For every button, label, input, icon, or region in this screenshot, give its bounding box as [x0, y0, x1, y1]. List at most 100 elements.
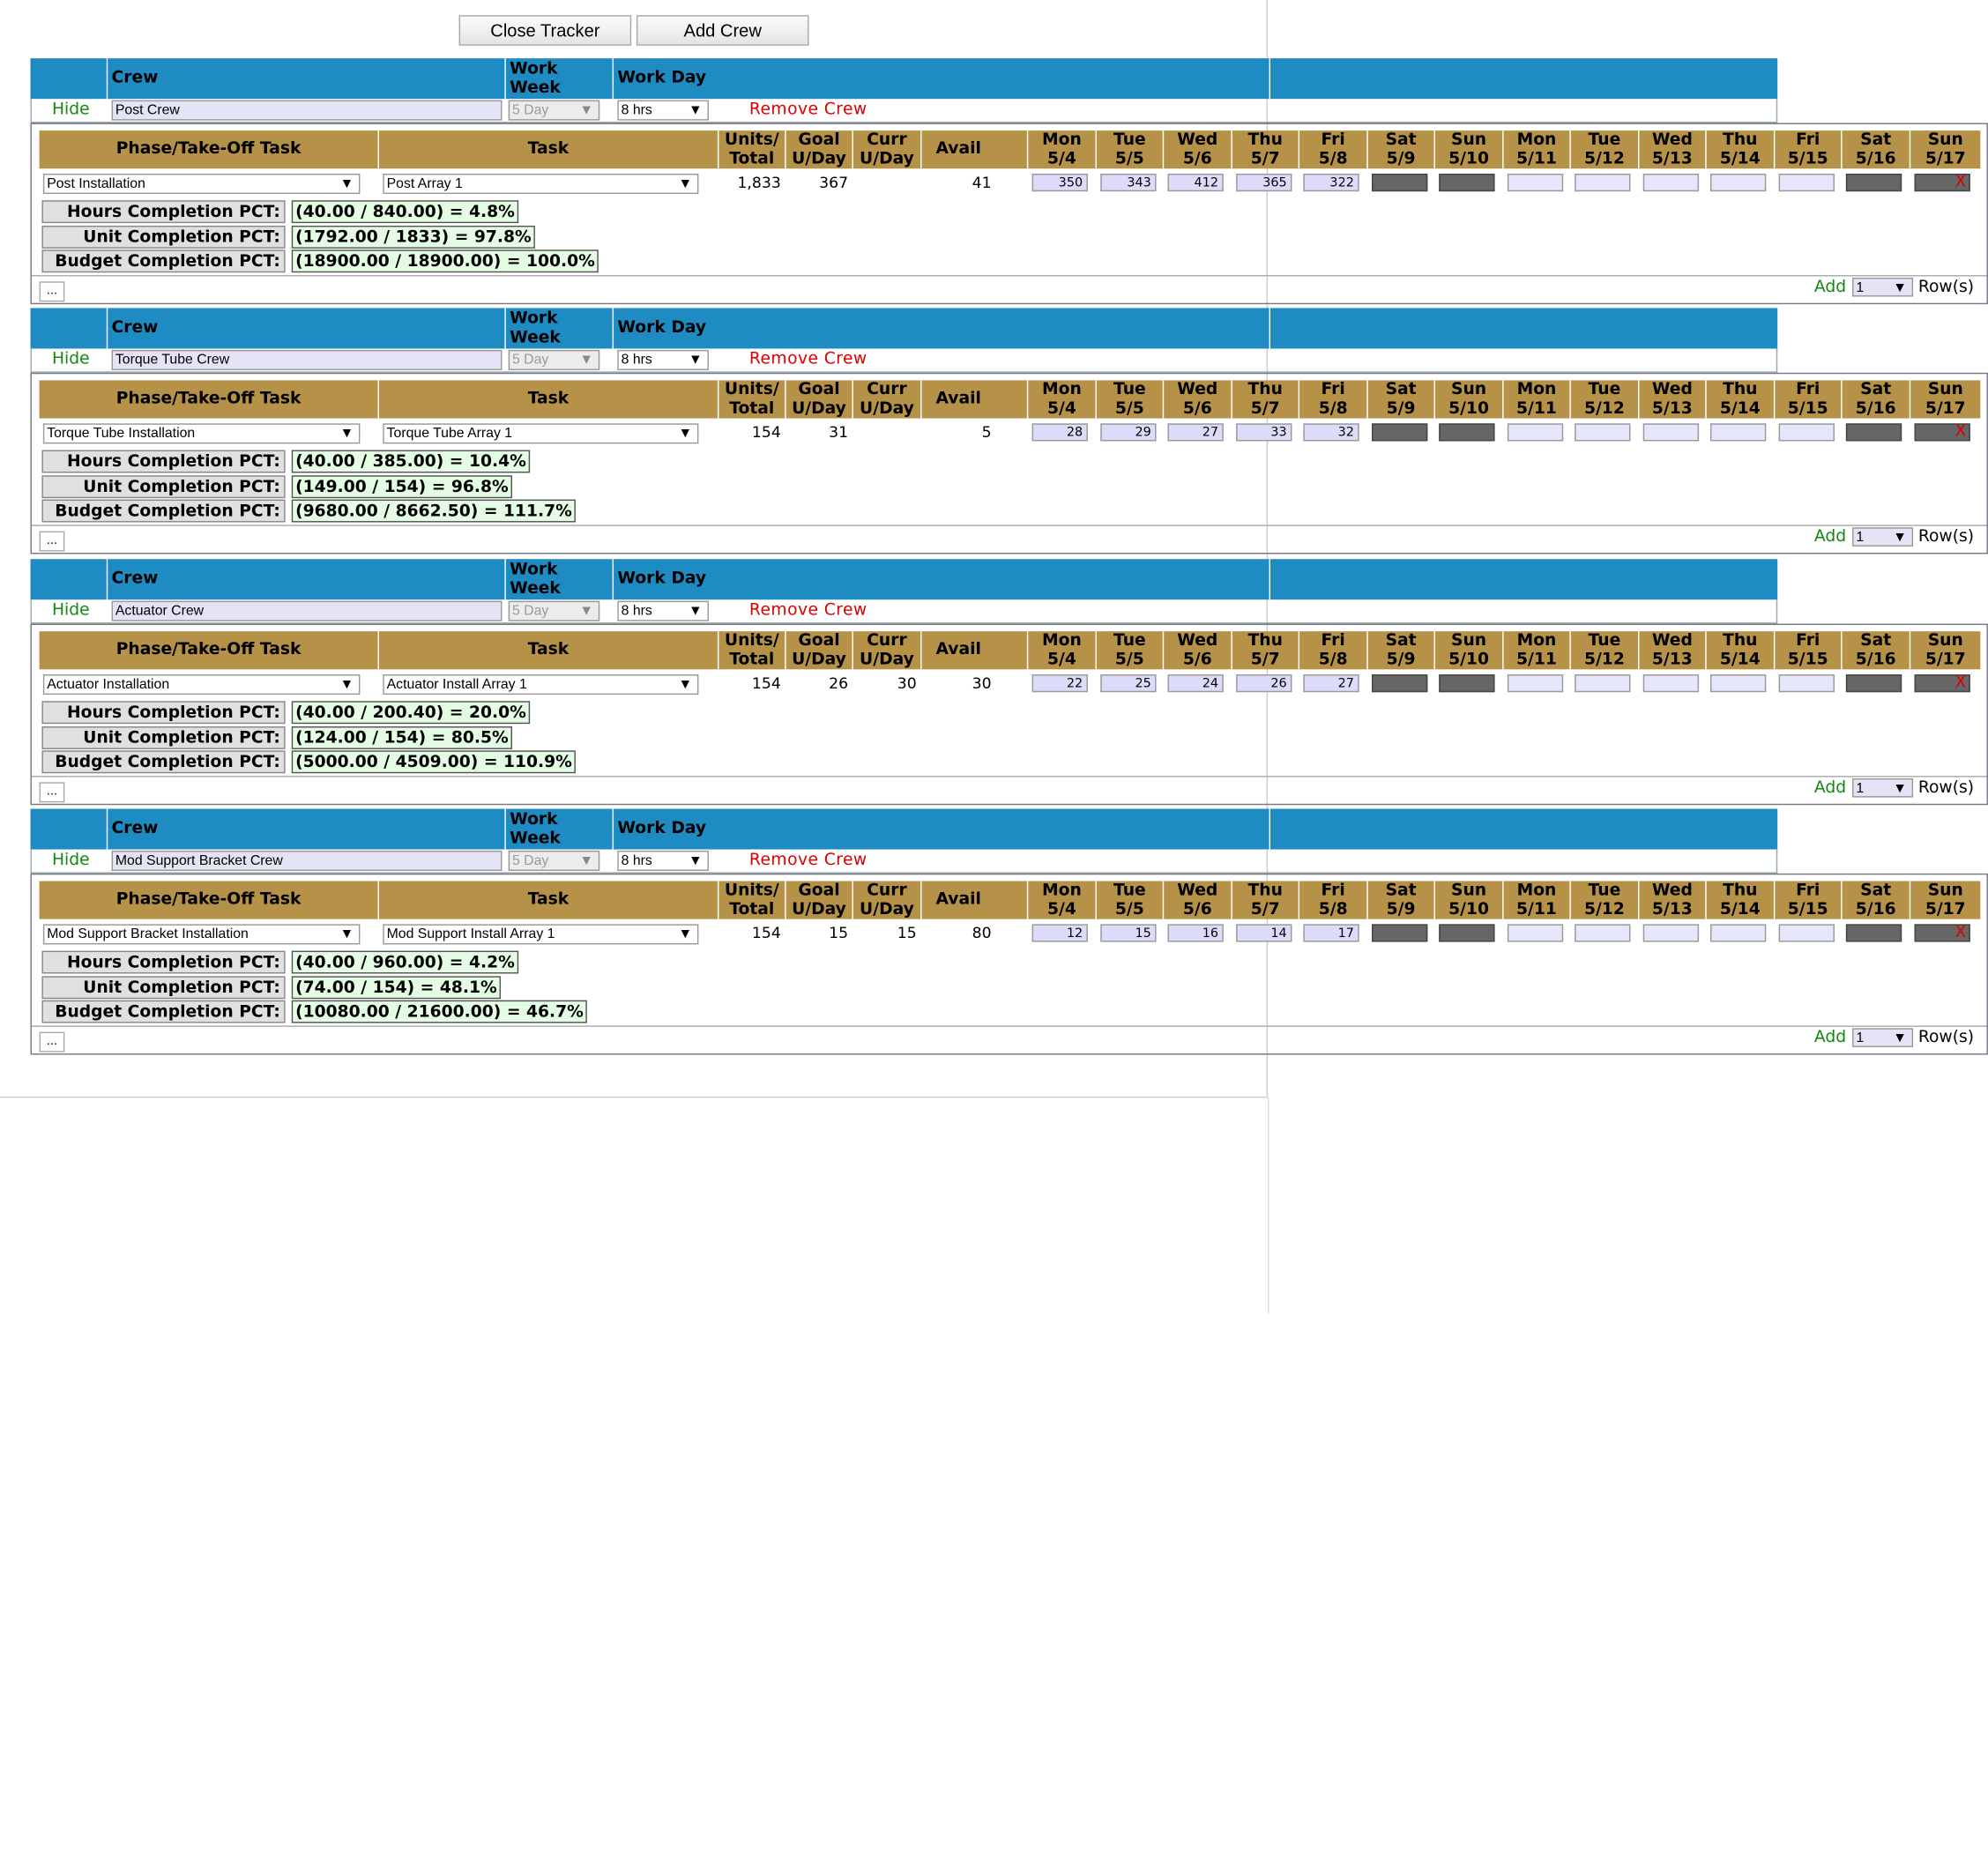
daily-units-input[interactable] — [1642, 174, 1700, 192]
more-button[interactable]: ... — [39, 1031, 65, 1053]
add-rows-count-select[interactable]: 1 ▼ — [1852, 778, 1914, 798]
daily-units-input[interactable] — [1778, 174, 1835, 192]
daily-units-input[interactable] — [1575, 674, 1631, 693]
remove-crew-link[interactable]: Remove Crew — [749, 350, 867, 369]
daily-units-input[interactable] — [1709, 924, 1767, 942]
crew-name-input[interactable]: Post Crew — [111, 100, 503, 121]
daily-units-input[interactable]: 22 — [1031, 674, 1088, 693]
task-select[interactable]: Actuator Install Array 1 ▼ — [383, 674, 699, 696]
work-day-select[interactable]: 8 hrs ▼ — [617, 850, 709, 871]
hide-link[interactable]: Hide — [52, 350, 90, 369]
hide-link[interactable]: Hide — [52, 851, 90, 870]
daily-units-input[interactable] — [1778, 674, 1835, 693]
daily-units-input[interactable]: 365 — [1236, 174, 1292, 192]
daily-units-input[interactable]: 28 — [1031, 423, 1088, 442]
daily-units-input[interactable]: 24 — [1167, 674, 1224, 693]
crew-name-input[interactable]: Torque Tube Crew — [111, 349, 503, 370]
daily-units-input[interactable]: 27 — [1167, 423, 1224, 442]
remove-crew-link[interactable]: Remove Crew — [749, 851, 867, 870]
daily-units-input[interactable] — [1507, 423, 1564, 442]
work-day-select[interactable]: 8 hrs ▼ — [617, 349, 709, 370]
add-rows-link[interactable]: Add — [1814, 527, 1846, 547]
more-button[interactable]: ... — [39, 782, 65, 803]
daily-units-input[interactable] — [1642, 423, 1700, 442]
daily-units-input[interactable]: 14 — [1236, 924, 1292, 942]
daily-units-input[interactable] — [1709, 174, 1767, 192]
daily-units-input[interactable]: 322 — [1303, 174, 1359, 192]
add-rows-link[interactable]: Add — [1814, 778, 1846, 798]
delete-row-icon[interactable]: X — [1955, 422, 1967, 442]
daily-units-input[interactable] — [1439, 423, 1495, 442]
daily-units-input[interactable]: 16 — [1167, 924, 1224, 942]
daily-units-input[interactable] — [1709, 423, 1767, 442]
work-day-select[interactable]: 8 hrs ▼ — [617, 600, 709, 621]
add-rows-count-select[interactable]: 1 ▼ — [1852, 527, 1914, 547]
task-select[interactable]: Torque Tube Array 1 ▼ — [383, 423, 699, 444]
phase-select[interactable]: Torque Tube Installation ▼ — [42, 423, 361, 444]
daily-units-input[interactable] — [1709, 674, 1767, 693]
remove-crew-link[interactable]: Remove Crew — [749, 100, 867, 120]
daily-units-input[interactable] — [1575, 174, 1631, 192]
daily-units-input[interactable] — [1507, 924, 1564, 942]
daily-units-input[interactable] — [1778, 423, 1835, 442]
daily-units-input[interactable] — [1778, 924, 1835, 942]
add-rows-link[interactable]: Add — [1814, 1028, 1846, 1047]
daily-units-input[interactable] — [1575, 423, 1631, 442]
more-button[interactable]: ... — [39, 531, 65, 552]
task-select[interactable]: Mod Support Install Array 1 ▼ — [383, 924, 699, 945]
add-rows-link[interactable]: Add — [1814, 278, 1846, 297]
crew-name-input[interactable]: Actuator Crew — [111, 600, 503, 621]
work-week-select[interactable]: 5 Day ▼ — [508, 349, 600, 370]
daily-units-input[interactable]: 33 — [1236, 423, 1292, 442]
work-week-select[interactable]: 5 Day ▼ — [508, 850, 600, 871]
daily-units-input[interactable] — [1642, 924, 1700, 942]
daily-units-input[interactable] — [1439, 674, 1495, 693]
delete-row-icon[interactable]: X — [1955, 173, 1967, 192]
daily-units-input[interactable]: 29 — [1100, 423, 1157, 442]
remove-crew-link[interactable]: Remove Crew — [749, 601, 867, 621]
phase-select[interactable]: Mod Support Bracket Installation ▼ — [42, 924, 361, 945]
delete-row-icon[interactable]: X — [1955, 673, 1967, 693]
daily-units-input[interactable] — [1372, 674, 1428, 693]
delete-row-icon[interactable]: X — [1955, 923, 1967, 942]
add-rows-count-select[interactable]: 1 ▼ — [1852, 277, 1914, 297]
daily-units-input[interactable] — [1372, 423, 1428, 442]
daily-units-input[interactable] — [1372, 174, 1428, 192]
add-crew-button[interactable]: Add Crew — [636, 15, 809, 46]
work-day-select[interactable]: 8 hrs ▼ — [617, 100, 709, 121]
daily-units-input[interactable]: 15 — [1100, 924, 1157, 942]
daily-units-input[interactable] — [1372, 924, 1428, 942]
daily-units-input[interactable] — [1845, 174, 1902, 192]
daily-units-input[interactable]: 25 — [1100, 674, 1157, 693]
daily-units-input[interactable]: 17 — [1303, 924, 1359, 942]
day-name: Tue — [1588, 631, 1621, 651]
more-button[interactable]: ... — [39, 281, 65, 302]
daily-units-input[interactable] — [1845, 924, 1902, 942]
add-rows-count-select[interactable]: 1 ▼ — [1852, 1028, 1914, 1047]
daily-units-input[interactable]: 32 — [1303, 423, 1359, 442]
daily-units-input[interactable] — [1575, 924, 1631, 942]
daily-units-input[interactable]: 27 — [1303, 674, 1359, 693]
daily-units-input[interactable] — [1507, 174, 1564, 192]
phase-select[interactable]: Post Installation ▼ — [42, 174, 361, 195]
close-tracker-button[interactable]: Close Tracker — [458, 15, 632, 46]
daily-units-input[interactable]: 412 — [1167, 174, 1224, 192]
hide-link[interactable]: Hide — [52, 100, 90, 120]
work-week-select[interactable]: 5 Day ▼ — [508, 100, 600, 121]
daily-units-input[interactable] — [1642, 674, 1700, 693]
daily-units-input[interactable] — [1439, 924, 1495, 942]
hours-pct-value: (40.00 / 840.00) = 4.8% — [291, 200, 519, 224]
daily-units-input[interactable]: 26 — [1236, 674, 1292, 693]
daily-units-input[interactable]: 343 — [1100, 174, 1157, 192]
daily-units-input[interactable] — [1439, 174, 1495, 192]
daily-units-input[interactable] — [1845, 423, 1902, 442]
daily-units-input[interactable]: 12 — [1031, 924, 1088, 942]
work-week-select[interactable]: 5 Day ▼ — [508, 600, 600, 621]
crew-name-input[interactable]: Mod Support Bracket Crew — [111, 850, 503, 871]
daily-units-input[interactable] — [1507, 674, 1564, 693]
daily-units-input[interactable]: 350 — [1031, 174, 1088, 192]
daily-units-input[interactable] — [1845, 674, 1902, 693]
phase-select[interactable]: Actuator Installation ▼ — [42, 674, 361, 696]
hide-link[interactable]: Hide — [52, 601, 90, 621]
task-select[interactable]: Post Array 1 ▼ — [383, 174, 699, 195]
